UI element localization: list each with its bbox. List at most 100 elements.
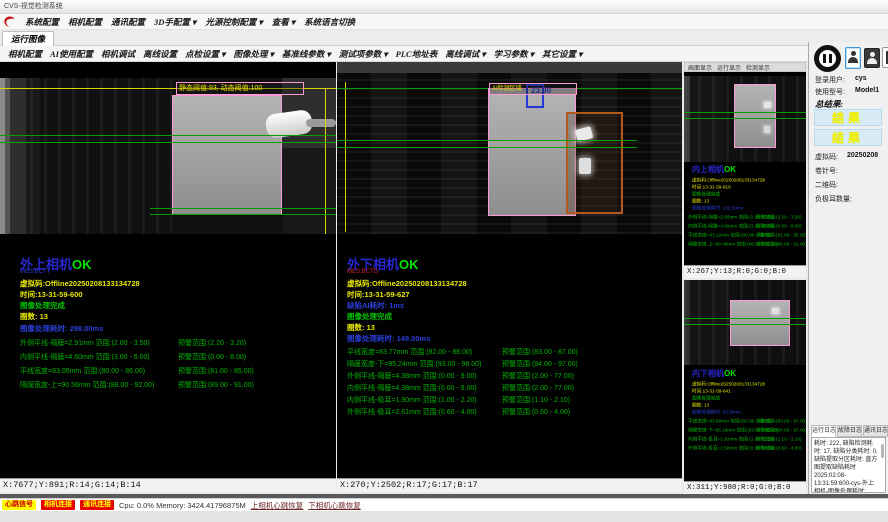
pixel-coordinate-bar: X:311;Y:980;R:0;G:0;B:0 (684, 481, 806, 494)
turns-line: 圈数: 13 (347, 322, 375, 333)
tool-other-settings[interactable]: 其它设置 ▾ (542, 48, 582, 60)
comm-connection-indicator: 通讯连接 (80, 500, 114, 510)
cell-region (730, 300, 790, 346)
log-tab-run[interactable]: 运行日志 (811, 425, 836, 437)
log-text: 耗时: 222, 缺陷检测耗时: 17, 缺陷分类耗时: 0, 缺陷提取分区耗时… (814, 441, 878, 493)
warning-range: 预警范围:(94.00 - 97.00) (502, 359, 578, 369)
tool-offline-settings[interactable]: 离线设置 (143, 48, 177, 60)
camera-title: 内上相机OK (692, 164, 736, 175)
user-switch-icon-body (848, 57, 858, 63)
virtual-code-line: 虚拟码:Offline20250208133134728 (347, 278, 467, 289)
measurement-row: 内侧平线-隔膜=4.38mm 范围:(0.00 - 9.00) (347, 383, 477, 393)
exit-button[interactable] (882, 47, 888, 68)
virtual-code-value: 20250208 (847, 152, 878, 159)
log-scrollbar[interactable] (881, 444, 884, 458)
pixel-coordinate-bar: X:270;Y:2502;R:17;G:17;B:17 (337, 478, 682, 492)
pixel-coordinate-bar: X:7677;Y:891;R:14;G:14;B:14 (0, 478, 336, 492)
tool-offline-debug[interactable]: 离线调试 ▾ (445, 48, 485, 60)
reference-vline-yellow (325, 88, 326, 234)
cpu-memory-text: Cpu: 0.0% Memory: 3424.41796875M (119, 501, 246, 510)
tool-learning-params[interactable]: 学习参数 ▾ (494, 48, 534, 60)
warning-range: 预警范围:(81.00 - 85.00) (178, 366, 254, 376)
view-mode-option[interactable]: 画面显示 (688, 63, 712, 72)
machinery-top-band (337, 62, 682, 73)
pause-button[interactable] (814, 45, 841, 72)
turns-line: 圈数: 13 (692, 197, 709, 204)
virtual-code-line: 虚拟码:Offline20250208133134728 (692, 176, 765, 183)
operator-button[interactable] (864, 48, 880, 68)
user-switch-button[interactable] (845, 47, 861, 69)
tab-count-label: 负极耳数量: (815, 194, 852, 204)
camera-view-outer-upper[interactable]: 静态阈值:93, 动态阈值:100 外上相机OK MES:BCTT 虚拟码:Of… (0, 62, 336, 492)
measurement-row: 内侧平线-隔膜=4.60mm 范围:(3.00 - 6.00) (20, 352, 150, 362)
camera-view-inner-lower[interactable]: 内下相机OK 虚拟码:Offline20250208133134728 时间:1… (684, 280, 806, 494)
view-mode-option[interactable]: 检测显示 (746, 63, 770, 72)
camera-title: 内下相机OK (692, 368, 736, 379)
warning-range: 预警范围:(1.10 - 2.10) (502, 395, 570, 405)
result-ok: OK (724, 369, 736, 378)
log-output[interactable]: 耗时: 222, 缺陷检测耗时: 17, 缺陷分类耗时: 0, 缺陷提取分区耗时… (811, 437, 886, 493)
specular-glint (764, 102, 771, 108)
menu-item-3d-config[interactable]: 3D手配置 ▾ (154, 16, 196, 28)
turns-line: 圈数: 13 (692, 401, 709, 408)
measurement-row: 外侧平线-极耳=2.61mm 范围:(0.60 - 4.00) (347, 407, 477, 417)
elapsed-line: 图像处理耗时: 149.00ms (347, 333, 430, 344)
log-tab-fault[interactable]: 故障日志 (837, 425, 862, 437)
warning-range: 预警范围:(2.20 - 3.20) (756, 213, 802, 220)
warning-range: 预警范围:(0.60 - 4.00) (502, 407, 570, 417)
machinery-right-block-lower (282, 148, 336, 234)
camera-view-inner-upper[interactable]: 内上相机OK 虚拟码:Offline20250208133134728 时间:1… (684, 72, 806, 278)
camera-view-outer-lower[interactable]: 23.80 AI检测区域 外下相机OK MES:BCTD 虚拟码:Offline… (337, 62, 682, 492)
process-done-line: 图像处理完成 (692, 394, 720, 401)
camera-image-outer-upper[interactable]: 静态阈值:93, 动态阈值:100 (0, 62, 336, 234)
app-logo-icon (3, 15, 16, 28)
view-mode-strip: 画面显示 运行显示 检测显示 (684, 62, 806, 72)
heartbeat-indicator: 心跳信号 (2, 500, 36, 510)
ai-time-line: 缺陷AI耗时: 1ms (347, 300, 404, 311)
machinery-texture (30, 78, 172, 234)
tool-camera-debug[interactable]: 相机调试 (101, 48, 135, 60)
warning-range: 预警范围:(81.00 - 85.00) (756, 231, 806, 238)
warning-range: 预警范围:(83.00 - 87.00) (502, 347, 578, 357)
tool-baseline-params[interactable]: 基准线参数 ▾ (282, 48, 331, 60)
result-ok: OK (724, 165, 736, 174)
reference-vline-yellow (345, 82, 346, 232)
tab-run-image[interactable]: 运行图像 (2, 31, 54, 46)
ai-roi-label: AI检测区域 (492, 86, 522, 92)
baseline-2 (684, 324, 806, 325)
defect-roi-orange (566, 112, 623, 214)
baseline-1 (684, 112, 806, 113)
tool-image-processing[interactable]: 图像处理 ▾ (233, 48, 273, 60)
tool-spot-check[interactable]: 点检设置 ▾ (185, 48, 225, 60)
camera-image-inner-upper[interactable] (684, 72, 806, 162)
tool-plc-address[interactable]: PLC地址表 (396, 48, 438, 60)
menu-item-system-config[interactable]: 系统配置 (25, 16, 59, 28)
operator-icon-body (867, 58, 877, 64)
view-mode-option[interactable]: 运行显示 (717, 63, 741, 72)
virtual-code-line: 虚拟码:Offline20250208133134728 (692, 380, 765, 387)
turns-line: 圈数: 13 (20, 311, 48, 322)
tool-ai-usage-config[interactable]: AI使用配置 (50, 48, 93, 60)
menu-item-language-switch[interactable]: 系统语言切换 (304, 16, 355, 28)
bottom-filler (0, 511, 888, 522)
menu-item-camera-config[interactable]: 相机配置 (68, 16, 102, 28)
camera-image-inner-lower[interactable] (684, 280, 806, 365)
measurement-row: 隔膜宽度-上=90.56mm 范围:(88.00 - 92.00) (20, 380, 154, 390)
warning-range: 预警范围:(2.20 - 3.20) (178, 338, 246, 348)
tool-test-params[interactable]: 测试项参数 ▾ (339, 48, 388, 60)
elapsed-line: 图像处理耗时: 96.00ms (692, 408, 741, 415)
tool-camera-config[interactable]: 相机配置 (8, 48, 42, 60)
model-value[interactable]: Model1 (855, 87, 879, 94)
warning-range: 预警范围:(0.00 - 8.00) (756, 222, 802, 229)
camera-image-outer-lower[interactable]: 23.80 AI检测区域 (337, 62, 682, 234)
status-bar: 心跳信号 相机连接 通讯连接 Cpu: 0.0% Memory: 3424.41… (0, 498, 888, 511)
log-tab-comm[interactable]: 通讯日志 (863, 425, 888, 437)
menu-item-comm-config[interactable]: 通讯配置 (111, 16, 145, 28)
camera-connection-indicator: 相机连接 (41, 500, 75, 510)
time-line: 时间:13-31-59-627 (347, 289, 410, 300)
menu-item-light-control[interactable]: 光源控制配置 ▾ (205, 16, 262, 28)
specular-glint (772, 308, 779, 314)
menu-item-view[interactable]: 查看 ▾ (272, 16, 295, 28)
time-line: 时间:13-31-59-600 (20, 289, 83, 300)
pixel-coordinate-bar: X:267;Y:13;R:0;G:0;B:0 (684, 265, 806, 278)
